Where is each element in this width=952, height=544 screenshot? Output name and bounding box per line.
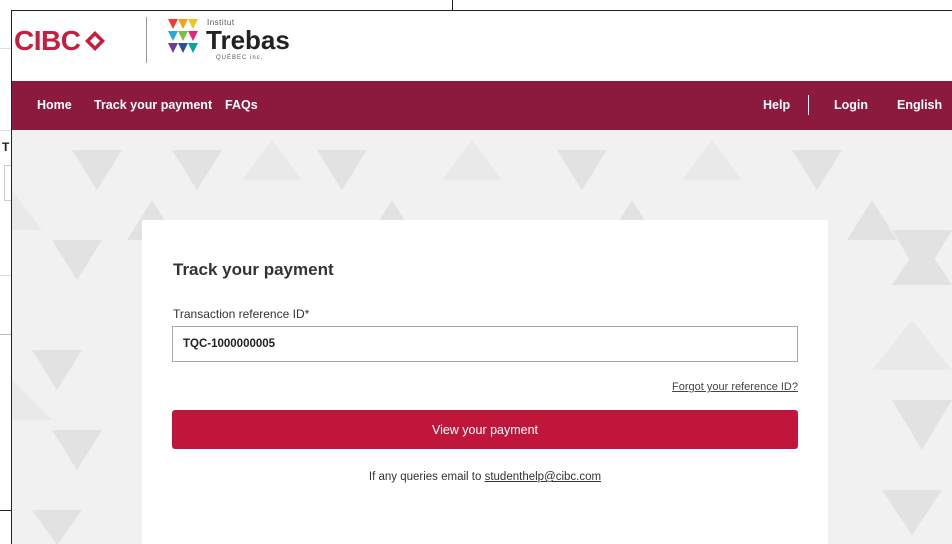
forgot-reference-link[interactable]: Forgot your reference ID? (672, 381, 798, 393)
queries-label: If any queries email to (368, 471, 482, 483)
window-edge (452, 0, 453, 11)
nav-faqs[interactable]: FAQs (225, 98, 258, 112)
trebas-name-text: Trebas (206, 25, 290, 55)
cibc-logo-text: CIBC (14, 25, 81, 56)
main-window: CIBC Institut Trebas QUÉBEC inc. Home Tr… (11, 10, 952, 544)
logo-divider (146, 17, 147, 63)
trebas-logo: Institut Trebas QUÉBEC inc. (166, 17, 296, 63)
content-area: Track your payment Transaction reference… (12, 130, 952, 544)
cibc-diamond-icon (85, 31, 106, 51)
trebas-quebec-text: QUÉBEC inc. (216, 55, 264, 61)
site-header: CIBC Institut Trebas QUÉBEC inc. (12, 11, 952, 81)
trebas-logo-icon (168, 19, 198, 53)
nav-separator (808, 95, 809, 115)
nav-home[interactable]: Home (37, 98, 72, 112)
track-payment-card: Track your payment Transaction reference… (142, 220, 828, 544)
nav-login[interactable]: Login (834, 98, 868, 112)
nav-help[interactable]: Help (763, 98, 790, 112)
page-title: Track your payment (173, 260, 334, 279)
main-navigation: Home Track your payment FAQs Help Login … (12, 81, 952, 130)
trebas-wordmark: Institut Trebas QUÉBEC inc. (206, 17, 296, 63)
reference-id-input[interactable] (172, 326, 798, 362)
reference-id-label: Transaction reference ID* (173, 307, 310, 321)
support-email-link[interactable]: studenthelp@cibc.com (485, 471, 602, 483)
view-payment-button[interactable]: View your payment (172, 410, 798, 449)
nav-track-payment[interactable]: Track your payment (94, 98, 212, 112)
cibc-logo[interactable]: CIBC (14, 25, 106, 57)
nav-language[interactable]: English (897, 98, 942, 112)
queries-text: If any queries email to studenthelp@cibc… (142, 471, 828, 483)
background-window-text: T (2, 140, 10, 154)
